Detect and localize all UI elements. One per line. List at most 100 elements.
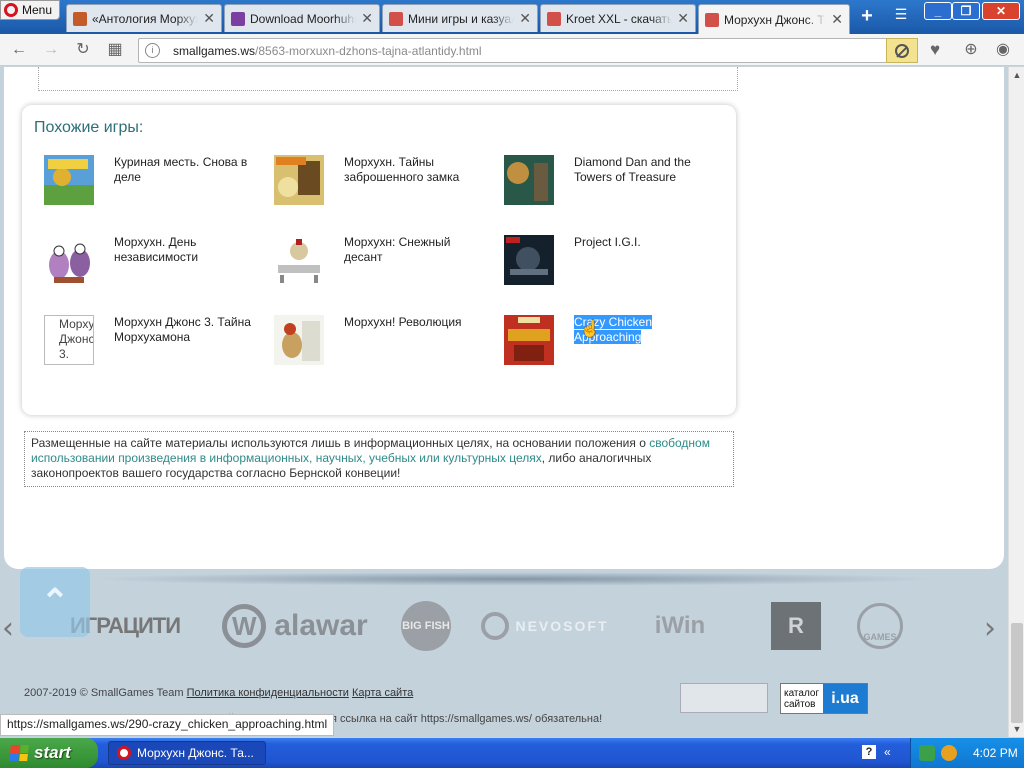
reload-icon[interactable]: ↻ [72,40,94,60]
tab-download-moorhuhn[interactable]: Download Moorhuhn ✕ [224,4,380,32]
url-text[interactable]: smallgames.ws/8563-morxuxn-dzhons-tajna-… [173,44,482,58]
nevosoft-label: NEVOSOFT [515,618,609,634]
tab-title: Download Moorhuhn [250,11,357,26]
game-title[interactable]: Морхухн! Революция [344,315,484,330]
tab-close-icon[interactable]: ✕ [361,10,373,27]
page-viewport: Похожие игры: Куриная месть. Снова в дел… [0,67,1008,737]
privacy-policy-link[interactable]: Политика конфиденциальности [187,687,349,699]
game-card[interactable]: Crazy Chicken Approaching ☝ [504,315,734,375]
game-thumbnail-broken[interactable]: Морхухн Джонс 3. Тайна [44,315,94,365]
site-info-icon[interactable]: i [145,43,160,58]
tab-kroet[interactable]: Kroet XXL - скачать ✕ [540,4,696,32]
game-card[interactable]: Куриная месть. Снова в деле [44,155,274,215]
speed-dial-grid-icon[interactable]: ▦ [104,40,126,60]
tab-title: «Антология Морхухна» [92,11,198,26]
game-thumbnail[interactable] [274,315,324,365]
tab-moorhuhn-jones-active[interactable]: Морхухн Джонс. Тайна ✕ [698,4,850,34]
taskbar-window-title: Морхухн Джонс. Та... [137,746,254,760]
game-card[interactable]: Морхухн. Тайны заброшенного замка [274,155,504,215]
game-thumbnail[interactable] [504,235,554,285]
system-tray: 4:02 PM [910,738,1024,768]
game-card[interactable]: Морхухн. День независимости [44,235,274,295]
notice-text-before: Размещенные на сайте материалы использую… [31,436,650,450]
forward-arrow-icon[interactable]: → [40,40,62,60]
help-icon[interactable]: ? [862,745,876,759]
game-thumbnail[interactable] [274,235,324,285]
partner-logo-iwin[interactable]: iWin [630,601,730,651]
network-icon[interactable] [919,745,935,761]
vertical-scrollbar[interactable]: ▲ ▼ [1008,67,1024,737]
game-title[interactable]: Diamond Dan and the Towers of Treasure [574,155,714,185]
heart-bookmark-icon[interactable]: ♥ [924,40,946,60]
copyright-text: 2007-2019 © SmallGames Team [24,687,184,699]
games-label: GAMES [857,603,903,649]
new-tab-button[interactable]: + [855,6,879,26]
tab-menu-icon[interactable]: ☰ [890,6,912,26]
stat-counter-broken[interactable] [680,683,768,713]
carousel-next-arrow-icon[interactable]: › [984,611,996,646]
partner-logo-alawar[interactable]: Walawar [210,601,380,651]
game-thumbnail[interactable] [504,155,554,205]
game-title[interactable]: Морхухн. День независимости [114,235,254,265]
game-card[interactable]: Морхухн: Снежный десант [274,235,504,295]
tab-title: Мини игры и казуальные [408,11,514,26]
game-title[interactable]: Морхухн: Снежный десант [344,235,484,265]
scrollbar-thumb[interactable] [1011,623,1023,723]
scroll-up-icon[interactable]: ▲ [1009,67,1024,83]
nevosoft-swirl-icon [481,612,510,640]
game-card[interactable]: Project I.G.I. [504,235,734,295]
opera-menu-button[interactable]: Menu [0,0,60,20]
tab-close-icon[interactable]: ✕ [831,11,843,28]
game-thumbnail[interactable] [44,235,94,285]
partner-logos-carousel: ‹ ИГРАЦИТИ Walawar BIG FISH NEVOSOFT iWi… [0,595,1008,655]
catalog-i-ua-label: i.ua [823,684,867,713]
game-card[interactable]: Морхухн! Революция [274,315,504,375]
tab-mini-games[interactable]: Мини игры и казуальные ✕ [382,4,538,32]
hand-cursor-icon: ☝ [580,321,600,338]
maximize-button[interactable]: ❐ [952,2,980,20]
account-icon[interactable]: ◉ [992,40,1014,60]
back-to-top-button[interactable]: ⌃ [20,567,90,637]
game-thumbnail[interactable] [504,315,554,365]
similar-games-heading: Похожие игры: [34,119,144,136]
tab-title: Kroet XXL - скачать [566,11,673,26]
broken-image-alt-text: Морхухн Джонс 3. Тайна [59,317,94,364]
tab-close-icon[interactable]: ✕ [677,10,689,27]
game-thumbnail[interactable] [44,155,94,205]
tab-close-icon[interactable]: ✕ [519,10,531,27]
minimize-button[interactable]: _ [924,2,952,20]
taskbar-window-opera[interactable]: Морхухн Джонс. Та... [108,741,266,765]
tab-favicon-icon [547,11,561,26]
game-title[interactable]: Морхухн Джонс 3. Тайна Морхухамона [114,315,254,345]
game-card[interactable]: Морхухн Джонс 3. Тайна Морхухн Джонс 3. … [44,315,274,375]
partner-logo-reflexive[interactable]: R [770,601,822,651]
game-title[interactable]: Морхухн. Тайны заброшенного замка [344,155,484,185]
carousel-prev-arrow-icon[interactable]: ‹ [2,611,14,646]
tab-favicon-icon [389,11,403,26]
game-title[interactable]: Куриная месть. Снова в деле [114,155,254,185]
start-button[interactable]: start [0,738,98,768]
address-bar[interactable]: i smallgames.ws/8563-morxuxn-dzhons-tajn… [138,38,918,63]
game-thumbnail[interactable] [274,155,324,205]
opera-logo-icon [4,3,18,17]
catalog-badge[interactable]: каталог сайтов i.ua [780,683,868,714]
back-arrow-icon[interactable]: ← [8,40,30,60]
browser-nav-bar: ← → ↻ ▦ i smallgames.ws/8563-morxuxn-dzh… [0,34,1024,66]
sitemap-link[interactable]: Карта сайта [352,687,413,699]
tab-favicon-icon [705,12,719,27]
tray-expand-icon[interactable]: « [884,745,891,759]
ad-block-icon[interactable] [886,38,918,63]
scroll-down-icon[interactable]: ▼ [1009,721,1024,737]
partner-logo-games[interactable]: GAMES [854,601,906,651]
close-window-button[interactable]: ✕ [982,2,1020,20]
game-card[interactable]: Diamond Dan and the Towers of Treasure [504,155,734,215]
download-icon[interactable]: ⊕ [960,40,982,60]
tab-anthology[interactable]: «Антология Морхухна» ✕ [66,4,222,32]
partner-logo-bigfish[interactable]: BIG FISH [398,601,454,651]
search-tray-icon[interactable] [941,745,957,761]
windows-taskbar: start Морхухн Джонс. Та... ? « 4:02 PM [0,738,1024,768]
tab-close-icon[interactable]: ✕ [203,10,215,27]
catalog-text: каталог сайтов [784,687,820,710]
partner-logo-nevosoft[interactable]: NEVOSOFT [480,601,610,651]
game-title[interactable]: Project I.G.I. [574,235,714,250]
